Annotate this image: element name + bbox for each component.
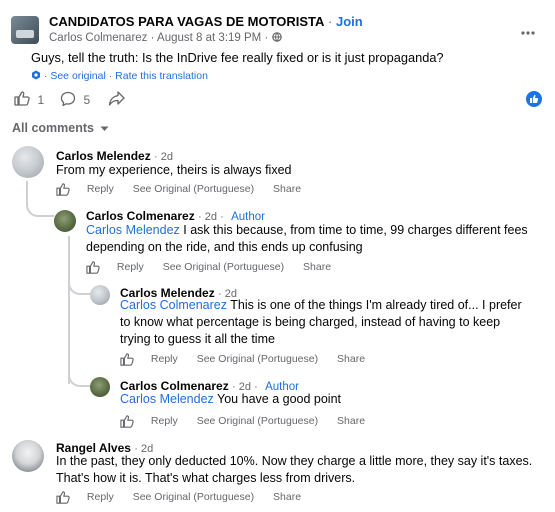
reply-button[interactable]: Reply <box>87 491 114 503</box>
thumbs-up-icon[interactable] <box>120 353 134 366</box>
share-arrow-icon <box>108 91 125 106</box>
translation-bar: · See original · Rate this translation <box>31 70 208 82</box>
avatar[interactable] <box>12 146 44 178</box>
thread-line <box>68 236 70 384</box>
reply-button[interactable]: Reply <box>87 183 114 195</box>
share-button[interactable] <box>108 91 125 111</box>
comment-button[interactable]: 5 <box>60 91 90 109</box>
avatar[interactable] <box>12 440 44 472</box>
avatar[interactable] <box>90 377 110 397</box>
group-header: CANDIDATOS PARA VAGAS DE MOTORISTA · Joi… <box>49 14 363 29</box>
comment-text: In the past, they only deducted 10%. Now… <box>56 454 533 485</box>
comment-text: Carlos Melendez I ask this because, from… <box>86 223 528 254</box>
avatar[interactable] <box>54 210 76 232</box>
join-link[interactable]: Join <box>336 14 363 29</box>
comments-sort-dropdown[interactable]: All comments <box>12 121 109 135</box>
mention-link[interactable]: Carlos Melendez <box>86 223 180 237</box>
translate-icon <box>32 70 40 80</box>
thread-connector <box>68 366 92 387</box>
post-time[interactable]: August 8 at 3:19 PM <box>157 32 261 44</box>
mention-link[interactable]: Carlos Colmenarez <box>120 298 227 312</box>
rate-translation-link[interactable]: Rate this translation <box>115 70 208 82</box>
comment-icon <box>60 91 76 107</box>
like-reaction-icon[interactable] <box>526 91 542 107</box>
see-original-button[interactable]: See Original (Portuguese) <box>197 415 318 427</box>
reply-button[interactable]: Reply <box>151 353 178 365</box>
thumbs-up-icon[interactable] <box>86 261 100 274</box>
reply-button[interactable]: Reply <box>151 415 178 427</box>
post-text: Guys, tell the truth: Is the InDrive fee… <box>31 50 444 65</box>
comment-actions: Reply See Original (Portuguese) Share <box>120 353 381 366</box>
mention-link[interactable]: Carlos Melendez <box>120 392 214 406</box>
globe-icon <box>271 32 282 42</box>
comment-author: Carlos Colmenarez · 2d · Author <box>86 209 265 223</box>
comment-text: From my experience, theirs is always fix… <box>56 163 292 177</box>
thumbs-up-icon[interactable] <box>120 415 134 428</box>
comment-author: Carlos Melendez · 2d <box>56 149 174 163</box>
share-button[interactable]: Share <box>337 353 365 365</box>
share-button[interactable]: Share <box>337 415 365 427</box>
thumbs-up-icon <box>14 91 30 106</box>
avatar[interactable] <box>90 285 110 305</box>
comment-actions: Reply See Original (Portuguese) Share <box>56 183 317 196</box>
see-original-link[interactable]: See original <box>50 70 105 82</box>
more-options-icon[interactable] <box>521 22 535 35</box>
like-count: 1 <box>37 93 45 107</box>
see-original-button[interactable]: See Original (Portuguese) <box>133 183 254 195</box>
see-original-button[interactable]: See Original (Portuguese) <box>197 353 318 365</box>
share-button[interactable]: Share <box>273 183 301 195</box>
group-name[interactable]: CANDIDATOS PARA VAGAS DE MOTORISTA <box>49 14 324 29</box>
share-button[interactable]: Share <box>303 261 331 273</box>
post-author[interactable]: Carlos Colmenarez <box>49 32 147 44</box>
reply-button[interactable]: Reply <box>117 261 144 273</box>
comment-actions: Reply See Original (Portuguese) Share <box>56 491 317 504</box>
group-avatar[interactable] <box>11 16 39 44</box>
like-button[interactable]: 1 <box>14 91 44 109</box>
comment-actions: Reply See Original (Portuguese) Share <box>120 415 381 428</box>
comment-actions: Reply See Original (Portuguese) Share <box>86 261 347 274</box>
see-original-button[interactable]: See Original (Portuguese) <box>133 491 254 503</box>
comment-text: Carlos Colmenarez This is one of the thi… <box>120 298 522 346</box>
thumbs-up-icon[interactable] <box>56 491 70 504</box>
comment-count: 5 <box>83 93 91 107</box>
thumbs-up-icon[interactable] <box>56 183 70 196</box>
see-original-button[interactable]: See Original (Portuguese) <box>163 261 284 273</box>
thread-connector <box>68 276 92 295</box>
chevron-down-icon <box>100 126 109 131</box>
share-button[interactable]: Share <box>273 491 301 503</box>
comments-header-label: All comments <box>12 121 94 135</box>
comment-text: Carlos Melendez You have a good point <box>120 392 342 406</box>
post-meta: Carlos Colmenarez · August 8 at 3:19 PM … <box>49 32 282 44</box>
thread-connector <box>26 195 54 217</box>
